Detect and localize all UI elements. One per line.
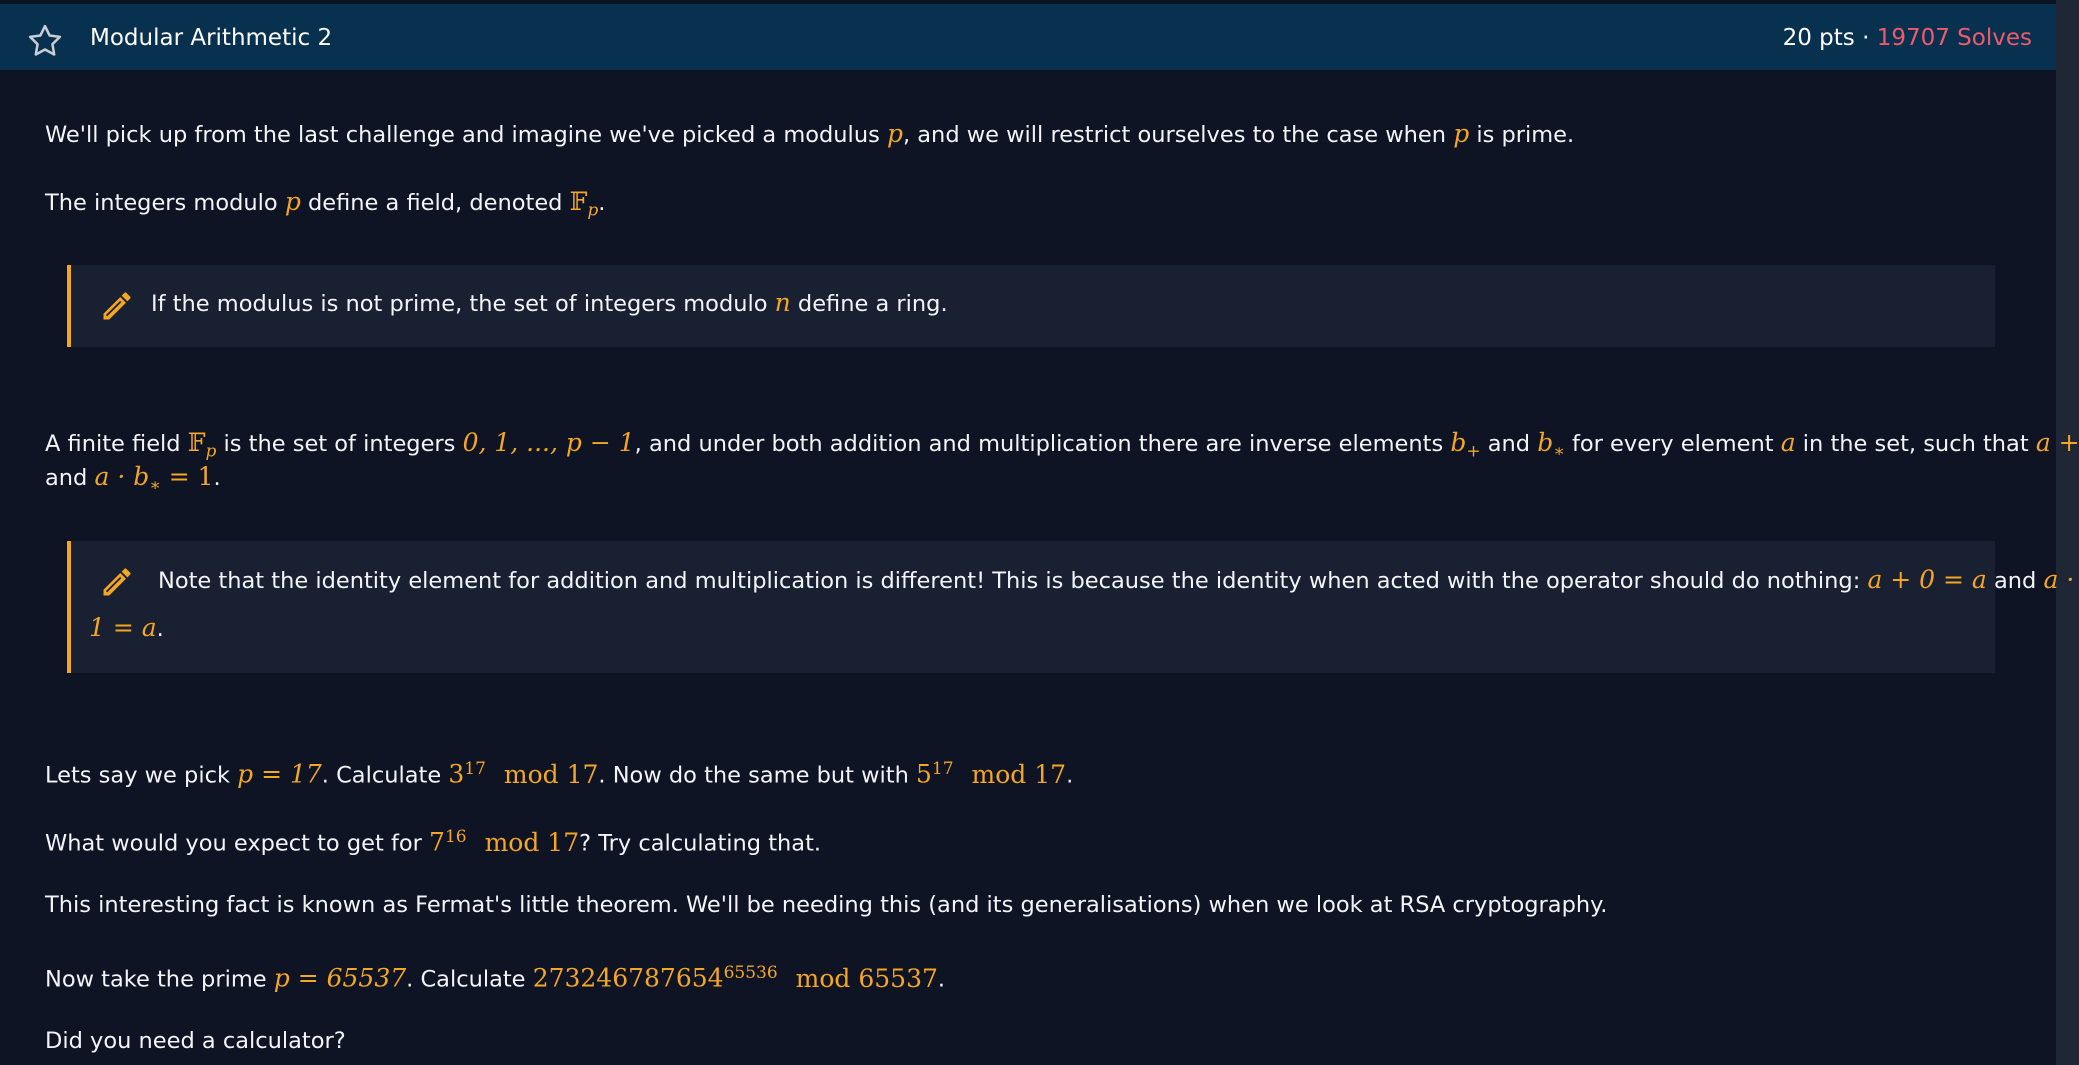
text: define a field, denoted [300, 190, 570, 216]
paragraph-field: The integers modulo p define a field, de… [45, 185, 605, 228]
text: The integers modulo [45, 190, 285, 216]
text: . [937, 966, 946, 993]
text: is the set of integers [216, 431, 463, 457]
star-icon[interactable] [26, 22, 64, 60]
math-equals-one: = 1 [160, 462, 214, 491]
text: and [1480, 431, 1538, 457]
text: What would you expect to get for [45, 830, 430, 857]
pencil-icon [103, 568, 131, 596]
math-subscript: + [1466, 441, 1481, 462]
math-one-equals-a: 1 = a [89, 613, 157, 642]
text: , and under both addition and multiplica… [634, 431, 1451, 457]
meta-separator: · [1862, 25, 1870, 51]
math-b-star: b [1537, 428, 1554, 457]
math-subscript: p [587, 200, 599, 221]
math-base: 7 [429, 827, 445, 857]
note-text-line1: Note that the identity element for addit… [158, 565, 2074, 594]
paragraph-intro: We'll pick up from the last challenge an… [45, 117, 1574, 152]
pencil-icon [103, 292, 131, 320]
math-multiplicative-inverse: a · b [94, 462, 150, 491]
text: . [156, 616, 164, 642]
note-identity: Note that the identity element for addit… [67, 541, 2074, 673]
math-base: 273246787654 [532, 963, 724, 993]
text: . [213, 465, 221, 491]
paragraph-pick-p: Lets say we pick p = 17. Calculate 317 mo… [45, 752, 1073, 793]
math-base: 5 [915, 759, 932, 789]
math-p-equals-17: p = 17 [237, 759, 322, 789]
text: Note that the identity element for addit… [158, 568, 1868, 594]
math-multiplicative-identity: a · [2043, 565, 2075, 594]
text: Now take the prime [45, 966, 274, 993]
math-additive-identity: a + 0 = a [1867, 565, 1987, 594]
text: . [598, 190, 606, 216]
math-field-symbol: 𝔽 [187, 428, 206, 457]
text: . Now do the same but with [598, 762, 916, 789]
note-ring: If the modulus is not prime, the set of … [67, 265, 1995, 347]
math-p-equals-65537: p = 65537 [273, 963, 407, 993]
math-n: n [774, 288, 791, 317]
text: in the set, such that [1795, 431, 2036, 457]
points-label: 20 pts [1782, 25, 1855, 51]
math-integer-set: 0, 1, ..., p − 1 [462, 428, 635, 457]
paragraph-finite-field-line2: and a · b∗ = 1. [45, 460, 221, 503]
scrollbar-track[interactable] [2056, 0, 2079, 1065]
text: define a ring. [790, 291, 948, 317]
paragraph-fermat: This interesting fact is known as Fermat… [45, 888, 1607, 922]
math-p: p [886, 119, 903, 148]
math-additive-inverse: a + b [2035, 428, 2079, 457]
note-text: If the modulus is not prime, the set of … [151, 288, 948, 317]
math-p: p [1453, 119, 1470, 148]
text: A finite field [45, 431, 188, 457]
text: If the modulus is not prime, the set of … [151, 291, 775, 317]
math-exponent: 17 [464, 759, 486, 779]
math-field-symbol: 𝔽 [569, 187, 588, 216]
text: . [1066, 762, 1074, 789]
math-a: a [1780, 428, 1796, 457]
paragraph-finite-field: A finite field 𝔽p is the set of integers… [45, 426, 2079, 469]
text: and [1986, 568, 2044, 594]
text: for every element [1564, 431, 1781, 457]
paragraph-calculator: Did you need a calculator? [45, 1024, 346, 1058]
math-subscript: p [205, 441, 217, 462]
text: We'll pick up from the last challenge an… [45, 122, 887, 148]
math-exponent: 17 [931, 759, 954, 779]
note-text-line2: 1 = a. [89, 613, 164, 642]
math-mod: mod 17 [503, 759, 599, 789]
math-b-plus: b [1450, 428, 1467, 457]
math-mod: mod 65537 [795, 963, 938, 993]
challenge-meta: 20 pts · 19707 Solves [1783, 25, 2032, 51]
paragraph-expect: What would you expect to get for 716 mod … [45, 820, 821, 861]
math-exponent: 65536 [723, 963, 778, 983]
text: . Calculate [321, 762, 449, 789]
text: ? Try calculating that. [579, 830, 822, 857]
math-p: p [284, 187, 301, 216]
text: This interesting fact is known as Fermat… [45, 892, 1608, 918]
text: , and we will restrict ourselves to the … [902, 122, 1454, 148]
solves-count: 19707 Solves [1876, 25, 2032, 51]
text: . Calculate [406, 966, 533, 993]
math-mod: mod 17 [484, 827, 580, 857]
text: and [45, 465, 95, 491]
math-base: 3 [448, 759, 465, 789]
text: Lets say we pick [45, 762, 238, 789]
challenge-header[interactable]: Modular Arithmetic 2 20 pts · 19707 Solv… [0, 4, 2056, 70]
math-subscript: ∗ [149, 475, 161, 496]
challenge-page: Modular Arithmetic 2 20 pts · 19707 Solv… [0, 0, 2079, 1065]
challenge-title: Modular Arithmetic 2 [90, 25, 333, 51]
text: is prime. [1469, 122, 1575, 148]
math-subscript: ∗ [1553, 441, 1565, 462]
paragraph-prime: Now take the prime p = 65537. Calculate … [45, 956, 945, 997]
text: Did you need a calculator? [45, 1028, 346, 1054]
math-mod: mod 17 [971, 759, 1067, 789]
math-exponent: 16 [444, 827, 467, 847]
